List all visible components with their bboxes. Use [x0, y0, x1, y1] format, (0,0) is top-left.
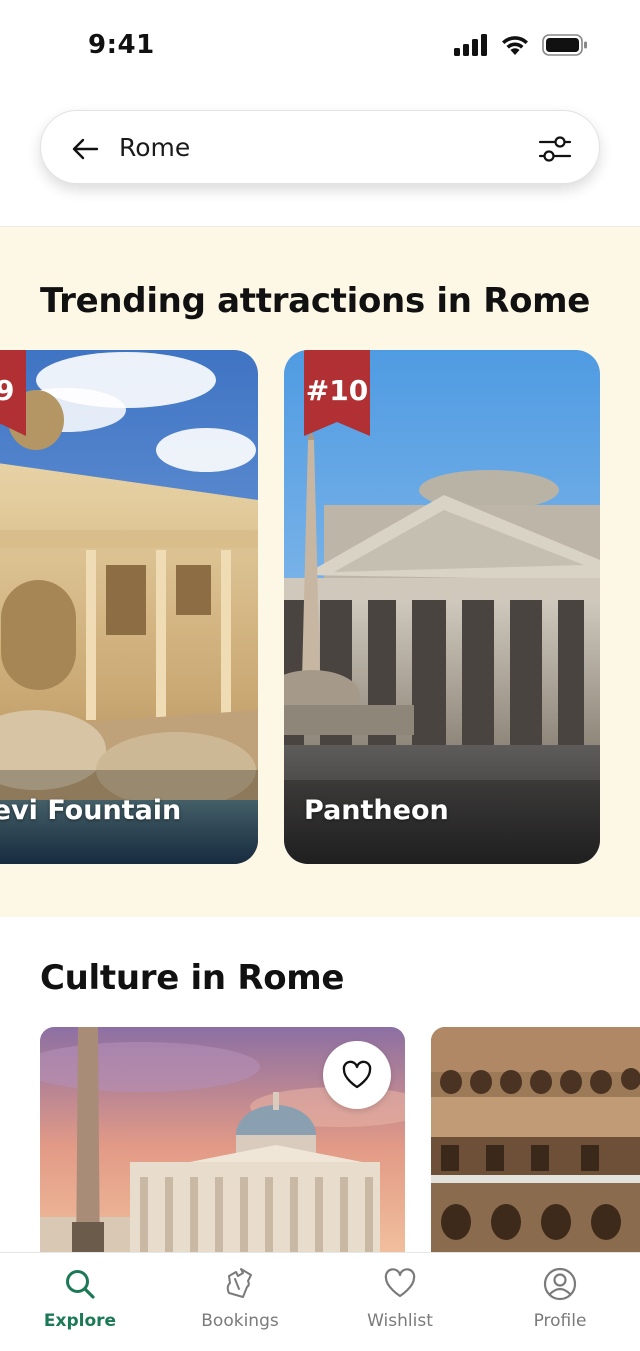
- nav-item-profile[interactable]: Profile: [480, 1253, 640, 1351]
- culture-card-st-peters[interactable]: [40, 1027, 405, 1267]
- wifi-icon: [502, 36, 528, 55]
- card-title: Pantheon: [304, 795, 449, 826]
- nav-label: Wishlist: [367, 1311, 433, 1331]
- heart-icon: [384, 1268, 416, 1298]
- nav-item-bookings[interactable]: Bookings: [160, 1253, 320, 1351]
- nav-label: Explore: [43, 1311, 117, 1331]
- nav-label: Profile: [533, 1311, 587, 1331]
- trending-section: Trending attractions in Rome 9 evi Fount…: [0, 227, 640, 917]
- rank-ribbon: #10: [304, 350, 370, 436]
- search-bar[interactable]: Rome: [40, 110, 600, 184]
- status-icons: [454, 34, 588, 56]
- colosseum-photo: [431, 1027, 640, 1267]
- search-query[interactable]: Rome: [119, 133, 190, 162]
- user-icon: [543, 1267, 577, 1301]
- filter-sliders-icon[interactable]: [537, 131, 573, 167]
- arrow-left-icon[interactable]: [69, 133, 101, 165]
- rank-number: #10: [305, 374, 369, 407]
- heart-outline-icon: [342, 1060, 372, 1089]
- nav-label: Bookings: [201, 1311, 279, 1331]
- nav-item-explore[interactable]: Explore: [0, 1253, 160, 1351]
- bottom-nav: Explore Bookings Wishlist Profile: [0, 1252, 640, 1351]
- rank-number: #9: [0, 374, 15, 407]
- trending-card-trevi[interactable]: #9 Trevi Fountain: [0, 350, 258, 864]
- battery-icon: [542, 34, 587, 56]
- trending-card-pantheon[interactable]: #10 Pantheon: [284, 350, 600, 864]
- trending-title: Trending attractions in Rome: [40, 281, 591, 321]
- nav-item-wishlist[interactable]: Wishlist: [320, 1253, 480, 1351]
- cellular-signal-icon: [454, 34, 487, 56]
- rank-ribbon: #9: [0, 350, 42, 436]
- wishlist-heart-button[interactable]: [323, 1041, 391, 1109]
- card-title: Trevi Fountain: [0, 795, 182, 826]
- status-time: 9:41: [88, 30, 155, 60]
- search-icon: [66, 1270, 95, 1299]
- ticket-icon: [226, 1268, 252, 1298]
- culture-title: Culture in Rome: [40, 958, 345, 998]
- culture-card-colosseum[interactable]: [431, 1027, 640, 1267]
- status-bar: 9:41: [0, 0, 640, 96]
